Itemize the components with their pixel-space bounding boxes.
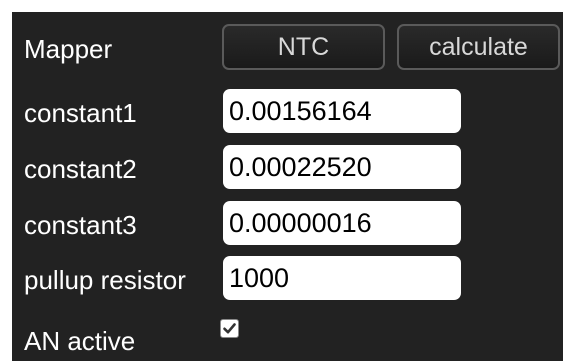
pullup-resistor-input[interactable] [223, 256, 461, 300]
mapper-label: Mapper [24, 34, 113, 64]
constant2-input[interactable] [223, 145, 461, 189]
ntc-mapper-button[interactable]: NTC [222, 24, 385, 70]
constant1-input[interactable] [223, 89, 461, 133]
ntc-mapper-panel: Mapper NTC calculate constant1 constant2… [12, 12, 563, 361]
constant2-label: constant2 [24, 154, 137, 184]
calculate-button[interactable]: calculate [397, 24, 560, 70]
constant1-label: constant1 [24, 98, 137, 128]
an-active-checkbox[interactable] [220, 319, 239, 338]
checkmark-icon [223, 323, 236, 334]
ntc-mapper-button-label: NTC [277, 32, 330, 61]
calculate-button-label: calculate [429, 32, 528, 61]
constant3-input[interactable] [223, 201, 461, 245]
an-active-label: AN active [24, 326, 136, 356]
pullup-resistor-label: pullup resistor [24, 265, 186, 295]
constant3-label: constant3 [24, 210, 137, 240]
